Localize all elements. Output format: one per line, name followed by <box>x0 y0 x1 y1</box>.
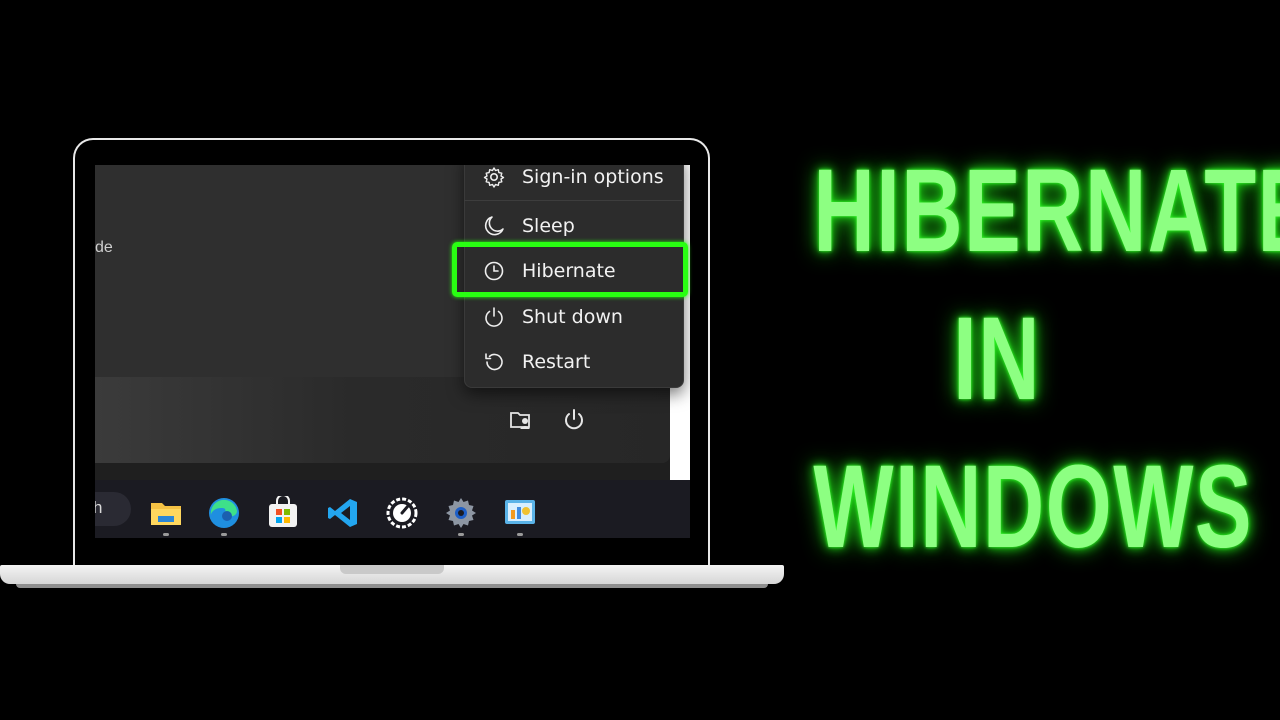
laptop-base-shadow <box>16 584 768 588</box>
menu-divider <box>464 200 682 201</box>
title-line-3: WINDOWS <box>813 441 1253 573</box>
title-line-2: IN <box>953 293 1041 425</box>
start-menu-content <box>95 165 465 377</box>
search-partial-text: h <box>95 498 103 517</box>
edge-icon[interactable] <box>207 496 241 530</box>
control-panel-icon[interactable] <box>503 496 537 530</box>
user-folder-icon[interactable] <box>508 407 534 433</box>
gear-icon <box>482 165 506 189</box>
menu-item-sleep[interactable]: Sleep <box>464 208 682 244</box>
store-icon[interactable] <box>266 496 300 530</box>
running-indicator <box>221 533 227 536</box>
menu-item-shut-down[interactable]: Shut down <box>464 299 682 335</box>
power-icon <box>482 305 506 329</box>
running-indicator <box>458 533 464 536</box>
hibernate-highlight <box>452 242 688 297</box>
taskbar: h <box>95 480 690 538</box>
menu-item-sign-in-options[interactable]: Sign-in options <box>464 165 682 195</box>
menu-item-label: Restart <box>522 351 591 373</box>
restart-icon <box>482 350 506 374</box>
vscode-icon[interactable] <box>326 496 360 530</box>
start-menu-partial-text: de <box>95 239 113 256</box>
speedtest-icon[interactable] <box>385 496 419 530</box>
menu-item-restart[interactable]: Restart <box>464 344 682 380</box>
taskbar-search[interactable]: h <box>95 492 131 526</box>
moon-icon <box>482 214 506 238</box>
menu-item-label: Shut down <box>522 306 623 328</box>
running-indicator <box>163 533 169 536</box>
laptop-screen: de Sign-in options Sleep Hibernate Shut … <box>95 165 690 538</box>
menu-item-label: Sign-in options <box>522 166 664 188</box>
menu-item-label: Sleep <box>522 215 575 237</box>
file-explorer-icon[interactable] <box>149 496 183 530</box>
title-line-1: HIBERNATE <box>813 145 1280 277</box>
laptop-notch <box>340 565 444 574</box>
running-indicator <box>517 533 523 536</box>
settings-icon[interactable] <box>444 496 478 530</box>
power-icon[interactable] <box>561 407 587 433</box>
